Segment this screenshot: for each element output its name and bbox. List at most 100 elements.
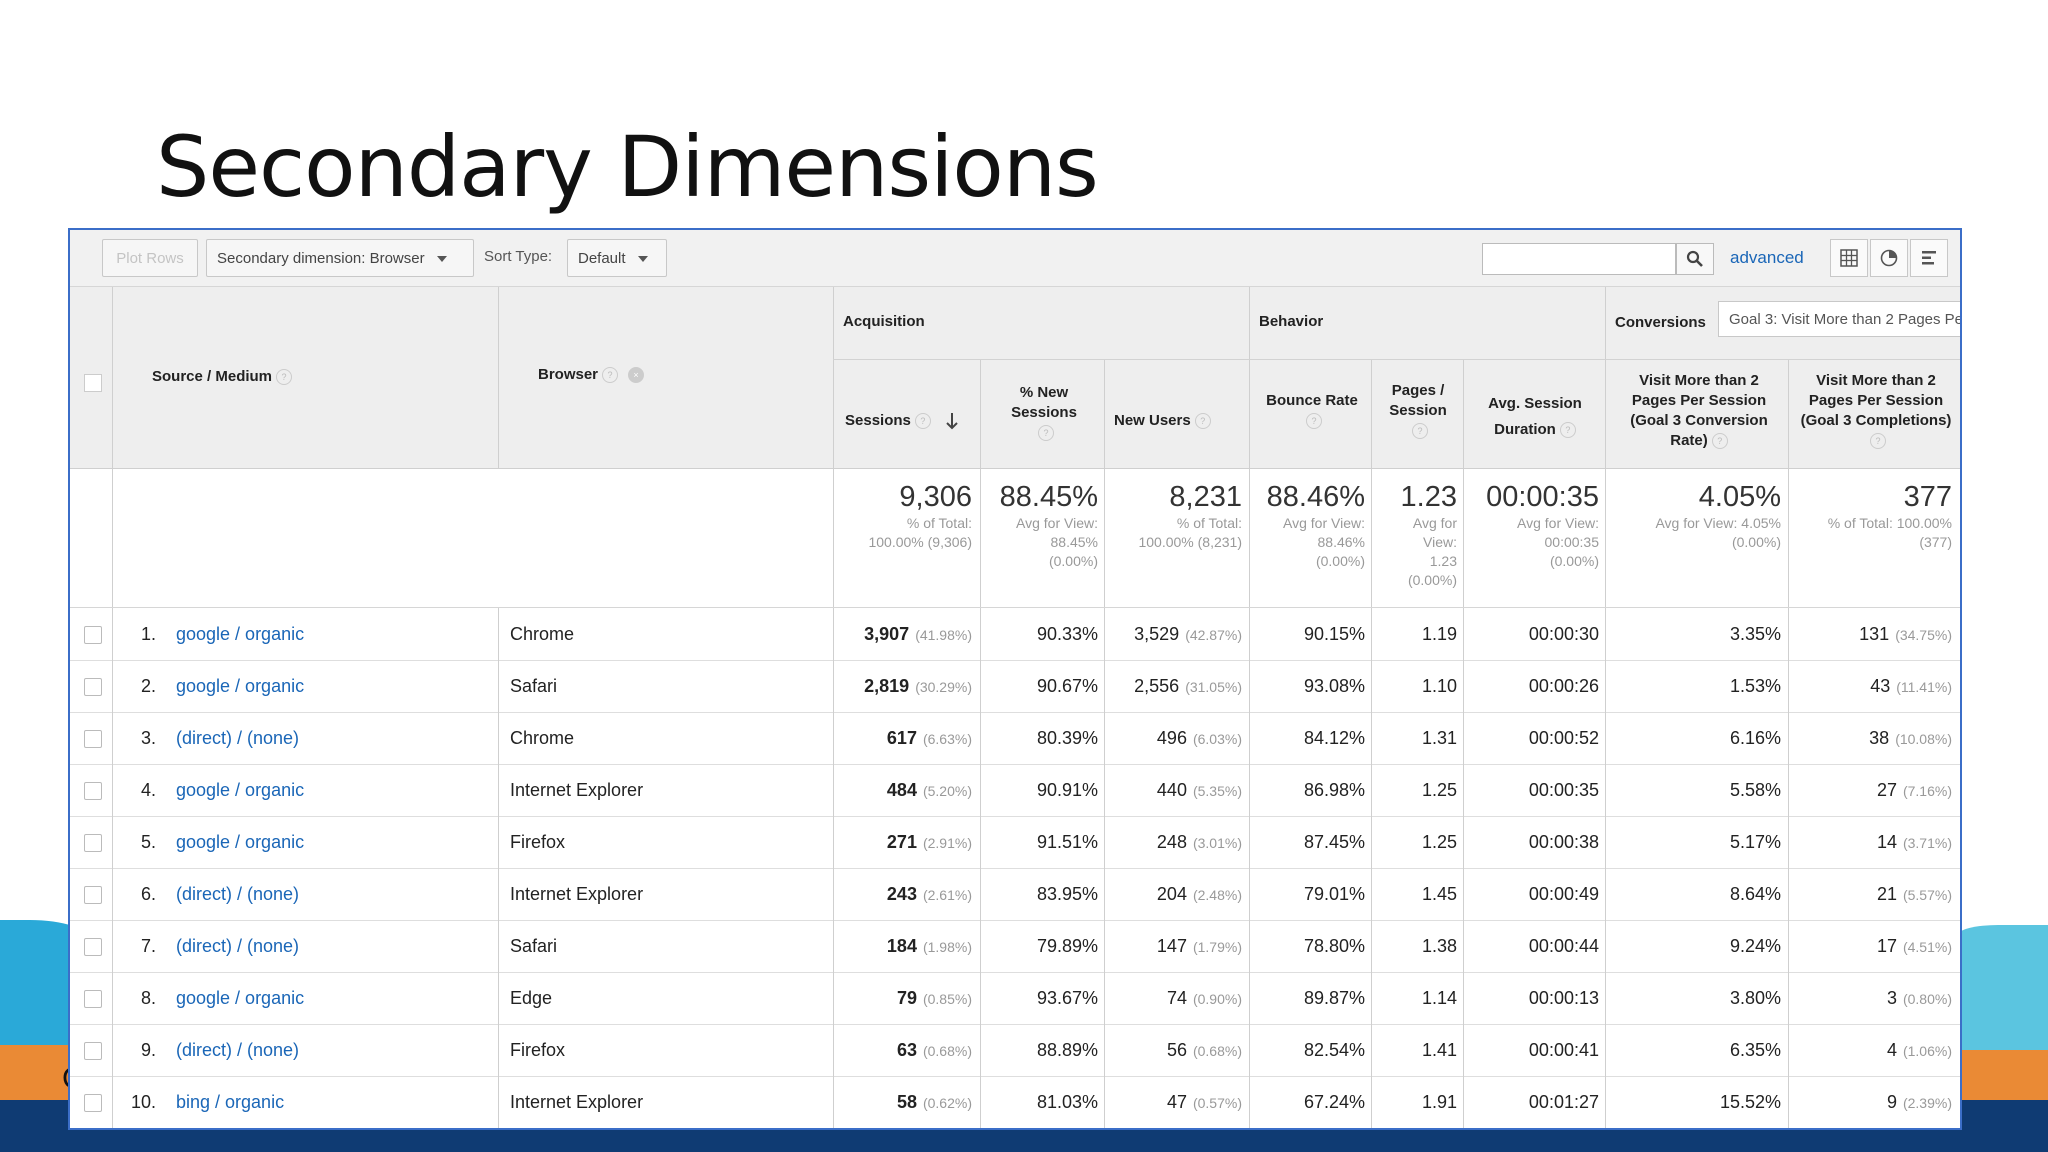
column-goal-conversion-rate[interactable]: Visit More than 2 Pages Per Session (Goa… <box>1615 371 1783 451</box>
sort-type-dropdown[interactable]: Default <box>567 239 667 277</box>
source-medium-link[interactable]: bing / organic <box>176 1076 284 1128</box>
performance-view-button[interactable] <box>1910 239 1948 277</box>
row-checkbox[interactable] <box>84 730 102 748</box>
pages-session-cell: 1.31 <box>1421 728 1457 748</box>
bounce-rate-cell: 78.80% <box>1303 936 1365 956</box>
pages-session-cell: 1.41 <box>1421 1040 1457 1060</box>
divider <box>1249 972 1250 1024</box>
divider <box>980 1076 981 1128</box>
column-browser[interactable]: Browser? × <box>538 365 645 385</box>
goal-conversion-rate-cell: 9.24% <box>1729 936 1781 956</box>
column-goal-completions[interactable]: Visit More than 2 Pages Per Session (Goa… <box>1798 371 1954 451</box>
divider <box>1371 660 1372 712</box>
source-medium-link[interactable]: (direct) / (none) <box>176 868 299 920</box>
sessions-cell: 271 (2.91%) <box>838 816 972 869</box>
help-icon[interactable]: ? <box>276 369 293 386</box>
help-icon[interactable]: ? <box>1559 422 1576 439</box>
column-pages-session[interactable]: Pages / Session? <box>1379 381 1457 441</box>
sessions-percent: (6.63%) <box>922 731 972 747</box>
column-avg-session-duration[interactable]: Avg. Session Duration? <box>1470 391 1600 443</box>
divider <box>980 816 981 868</box>
column-new-users[interactable]: New Users? <box>1114 411 1211 431</box>
bounce-rate-cell: 82.54% <box>1303 1040 1365 1060</box>
source-medium-link[interactable]: google / organic <box>176 764 304 816</box>
total-sessions-value: 9,306 <box>899 481 972 513</box>
column-bounce-rate-label: Bounce Rate <box>1266 392 1358 409</box>
divider <box>1104 1076 1105 1128</box>
row-checkbox[interactable] <box>84 834 102 852</box>
divider <box>498 608 499 660</box>
row-checkbox[interactable] <box>84 886 102 904</box>
browser-cell: Chrome <box>510 624 575 644</box>
row-checkbox[interactable] <box>84 626 102 644</box>
sessions-value: 3,907 <box>864 624 910 644</box>
total-goal-conversion-rate-value: 4.05% <box>1698 481 1781 513</box>
secondary-dimension-dropdown[interactable]: Secondary dimension: Browser <box>206 239 474 277</box>
divider <box>1371 359 1372 468</box>
source-medium-link[interactable]: (direct) / (none) <box>176 920 299 972</box>
column-goal-conversion-rate-label: Visit More than 2 Pages Per Session (Goa… <box>1630 372 1768 449</box>
table-view-button[interactable] <box>1830 239 1868 277</box>
divider <box>980 359 981 468</box>
goal-conversion-rate-cell: 5.58% <box>1729 780 1781 800</box>
pct-new-sessions-cell: 90.33% <box>1036 624 1098 644</box>
source-medium-link[interactable]: (direct) / (none) <box>176 712 299 764</box>
help-icon[interactable]: ? <box>1306 413 1322 430</box>
goal-selector-dropdown[interactable]: Goal 3: Visit More than 2 Pages Per Sess… <box>1718 301 1960 337</box>
help-icon[interactable]: ? <box>602 367 619 384</box>
source-medium-link[interactable]: google / organic <box>176 972 304 1024</box>
help-icon[interactable]: ? <box>1711 433 1728 450</box>
divider <box>498 816 499 868</box>
help-icon[interactable]: ? <box>1038 425 1054 442</box>
source-medium-link[interactable]: google / organic <box>176 608 304 660</box>
pages-session-cell: 1.19 <box>1421 624 1457 644</box>
remove-dimension-icon[interactable]: × <box>628 367 645 384</box>
acquisition-group-label: Acquisition <box>843 313 925 330</box>
divider <box>980 608 981 660</box>
goal-completions-percent: (1.06%) <box>1902 1043 1952 1059</box>
row-checkbox[interactable] <box>84 990 102 1008</box>
row-checkbox[interactable] <box>84 678 102 696</box>
goal-completions-cell: 43 (11.41%) <box>1792 660 1952 713</box>
column-bounce-rate[interactable]: Bounce Rate? <box>1259 391 1365 431</box>
total-pages-session-sub: Avg for <box>1412 515 1457 531</box>
help-icon[interactable]: ? <box>1412 423 1428 440</box>
new-users-value: 204 <box>1156 884 1187 904</box>
row-checkbox[interactable] <box>84 782 102 800</box>
divider <box>1104 868 1105 920</box>
avg-session-duration-cell: 00:00:49 <box>1528 884 1599 904</box>
help-icon[interactable]: ? <box>914 413 931 430</box>
pie-view-button[interactable] <box>1870 239 1908 277</box>
source-medium-link[interactable]: google / organic <box>176 816 304 868</box>
plot-rows-button[interactable]: Plot Rows <box>102 239 198 277</box>
row-checkbox[interactable] <box>84 1042 102 1060</box>
column-pct-new-sessions[interactable]: % New Sessions? <box>990 383 1098 443</box>
select-all-checkbox[interactable] <box>84 374 102 392</box>
advanced-filter-link[interactable]: advanced <box>1730 248 1804 268</box>
column-sessions[interactable]: Sessions? <box>845 411 959 431</box>
row-checkbox[interactable] <box>84 1094 102 1112</box>
column-source-medium[interactable]: Source / Medium? <box>152 367 293 387</box>
sort-descending-icon[interactable] <box>945 412 959 430</box>
bounce-rate-cell: 79.01% <box>1303 884 1365 904</box>
total-pages-session-sub: 1.23 <box>1429 553 1457 569</box>
total-goal-completions: 377 % of Total: 100.00% (377) <box>1792 481 1952 552</box>
help-icon[interactable]: ? <box>1870 433 1886 450</box>
divider <box>980 764 981 816</box>
row-checkbox[interactable] <box>84 938 102 956</box>
new-users-percent: (5.35%) <box>1192 783 1242 799</box>
table-search-input[interactable] <box>1482 243 1676 275</box>
totals-row: 9,306 % of Total: 100.00% (9,306) 88.45%… <box>70 469 1960 608</box>
source-medium-link[interactable]: google / organic <box>176 660 304 712</box>
divider <box>1605 764 1606 816</box>
search-button[interactable] <box>1676 243 1714 275</box>
avg-session-duration-cell: 00:00:35 <box>1528 780 1599 800</box>
total-goal-conversion-rate-sub: (0.00%) <box>1731 534 1781 550</box>
bar-list-icon <box>1922 251 1936 265</box>
goal-conversion-rate-cell: 3.80% <box>1729 988 1781 1008</box>
total-pct-new-sessions: 88.45% Avg for View: 88.45% (0.00%) <box>984 481 1098 571</box>
help-icon[interactable]: ? <box>1194 413 1211 430</box>
divider <box>498 1024 499 1076</box>
pages-session-cell: 1.25 <box>1421 832 1457 852</box>
source-medium-link[interactable]: (direct) / (none) <box>176 1024 299 1076</box>
